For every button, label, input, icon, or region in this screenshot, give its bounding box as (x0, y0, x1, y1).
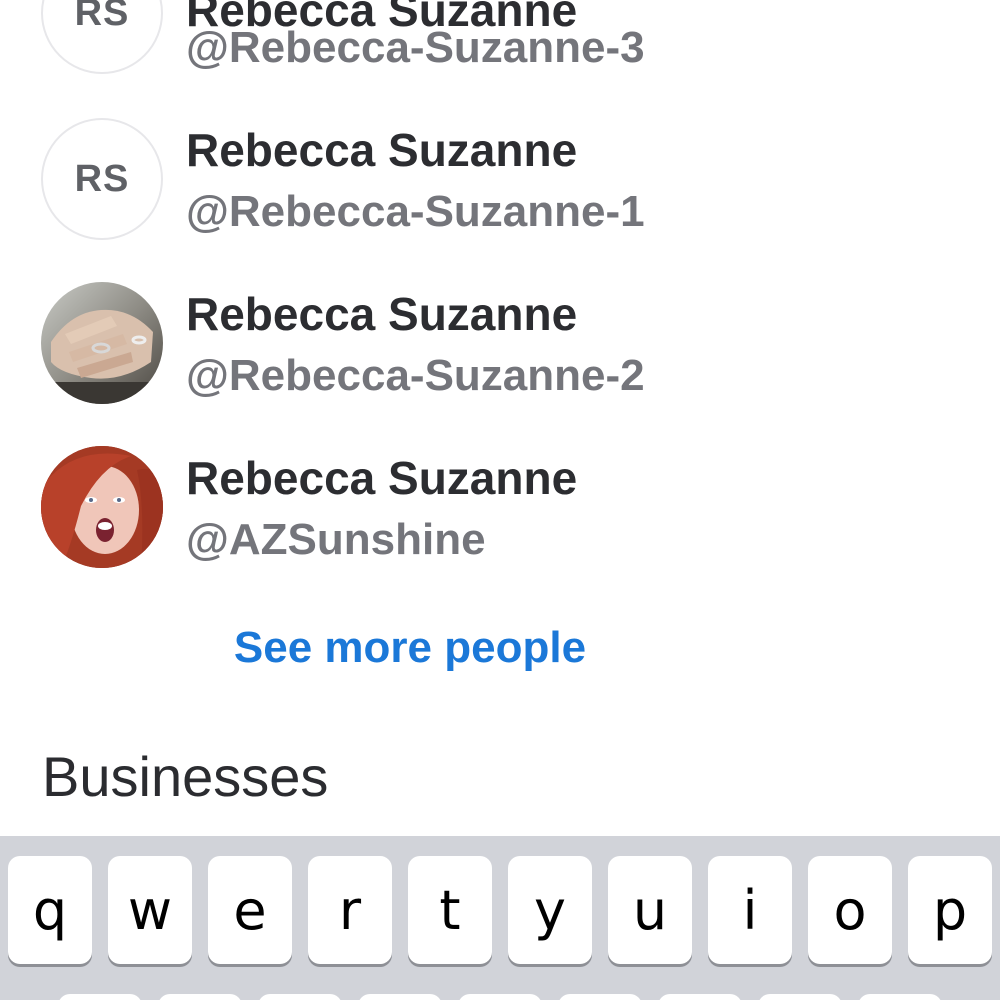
see-more-people-link[interactable]: See more people (0, 620, 820, 676)
key-row2-partial[interactable] (858, 994, 942, 1000)
key-row2-partial[interactable] (758, 994, 842, 1000)
onscreen-keyboard: q w e r t y u i o p (0, 836, 1000, 1000)
key-t[interactable]: t (408, 856, 492, 964)
key-row2-partial[interactable] (158, 994, 242, 1000)
key-w[interactable]: w (108, 856, 192, 964)
person-name: Rebecca Suzanne (186, 124, 578, 176)
person-name: Rebecca Suzanne (186, 288, 578, 340)
person-name: Rebecca Suzanne (186, 452, 578, 504)
key-o[interactable]: o (808, 856, 892, 964)
key-e[interactable]: e (208, 856, 292, 964)
avatar-photo (41, 446, 163, 568)
person-row[interactable]: RS Rebecca Suzanne @Rebecca-Suzanne-1 (0, 100, 1000, 264)
key-row2-partial[interactable] (258, 994, 342, 1000)
key-q[interactable]: q (8, 856, 92, 964)
person-row[interactable]: RS Rebecca Suzanne @Rebecca-Suzanne-3 (0, 0, 1000, 92)
key-row2-partial[interactable] (458, 994, 542, 1000)
avatar-photo (41, 282, 163, 404)
avatar-initials: RS (74, 0, 130, 34)
key-u[interactable]: u (608, 856, 692, 964)
key-row2-partial[interactable] (658, 994, 742, 1000)
key-i[interactable]: i (708, 856, 792, 964)
section-heading-businesses: Businesses (42, 745, 329, 808)
avatar: RS (41, 0, 163, 74)
person-row[interactable]: Rebecca Suzanne @AZSunshine (0, 428, 1000, 592)
person-handle: @Rebecca-Suzanne-1 (186, 187, 645, 236)
key-row2-partial[interactable] (358, 994, 442, 1000)
key-row2-partial[interactable] (58, 994, 142, 1000)
face-photo-icon (41, 446, 163, 568)
key-p[interactable]: p (908, 856, 992, 964)
person-handle: @Rebecca-Suzanne-2 (186, 351, 645, 400)
key-y[interactable]: y (508, 856, 592, 964)
person-row[interactable]: Rebecca Suzanne @Rebecca-Suzanne-2 (0, 264, 1000, 428)
key-r[interactable]: r (308, 856, 392, 964)
person-handle: @AZSunshine (186, 515, 486, 564)
key-row2-partial[interactable] (558, 994, 642, 1000)
hands-photo-icon (41, 282, 163, 404)
search-results-page: RS Rebecca Suzanne @Rebecca-Suzanne-3 RS… (0, 0, 1000, 1000)
avatar-initials: RS (74, 157, 130, 200)
person-handle: @Rebecca-Suzanne-3 (186, 23, 645, 72)
avatar: RS (41, 118, 163, 240)
